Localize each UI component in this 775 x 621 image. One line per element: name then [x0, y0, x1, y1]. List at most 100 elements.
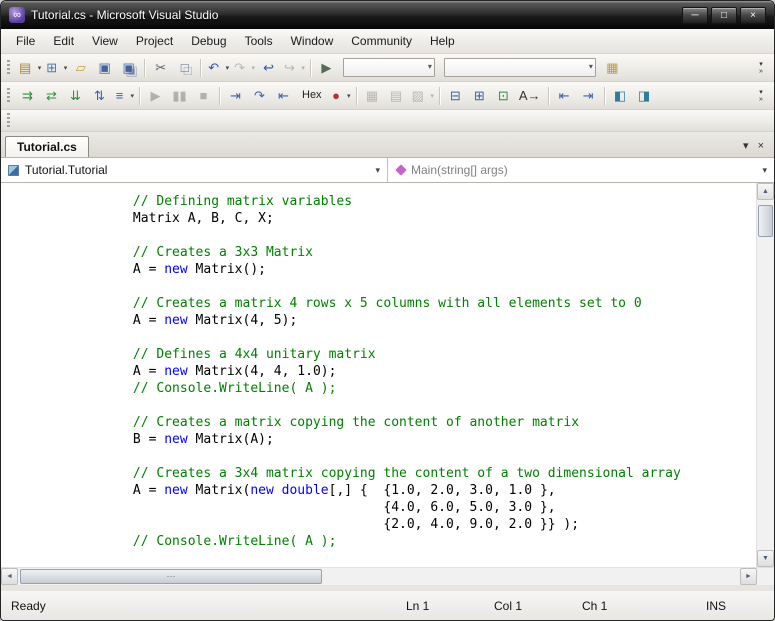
process-arrows-icon-1[interactable]: ⇉: [16, 85, 39, 107]
find-symbol-button[interactable]: A→: [516, 85, 544, 107]
step-over-icon: ↷: [254, 89, 265, 102]
step-into-button[interactable]: ⇥: [224, 85, 247, 107]
active-files-dropdown-button[interactable]: ▾: [743, 141, 749, 152]
toolbar-grip[interactable]: [7, 88, 10, 104]
code-line: // Creates a matrix 4 rows x 5 columns w…: [39, 295, 756, 312]
step-out-button[interactable]: ⇤: [272, 85, 295, 107]
hex-button[interactable]: Hex: [296, 85, 328, 107]
menu-item-debug[interactable]: Debug: [182, 31, 235, 51]
solution-explorer-button[interactable]: ⊟: [444, 85, 467, 107]
close-document-button[interactable]: ×: [758, 141, 764, 152]
toggle-bookmark-icon: ◧: [614, 89, 626, 102]
overflow-chevron-icon: »: [759, 68, 763, 75]
toolbar-separator: [219, 87, 220, 105]
horizontal-scrollbar[interactable]: ◄ ⋯ ►: [1, 567, 774, 585]
process-arrows-icon-2[interactable]: ⇄: [40, 85, 63, 107]
code-line: A = new Matrix(new double[,] { {1.0, 2.0…: [39, 482, 756, 499]
open-file-button[interactable]: ▱: [69, 57, 92, 79]
sort-lines-button[interactable]: ⇅: [88, 85, 111, 107]
redo-button[interactable]: ↷▾: [231, 57, 256, 79]
process-arrows-icon-3-icon: ⇊: [70, 89, 81, 102]
minimize-button[interactable]: ─: [682, 7, 708, 24]
tab-buttons: ▾ ×: [739, 141, 768, 157]
scroll-down-button[interactable]: ▼: [757, 550, 774, 567]
tab-tutorial-cs[interactable]: Tutorial.cs: [5, 136, 89, 157]
code-area[interactable]: // Defining matrix variables Matrix A, B…: [1, 183, 756, 567]
increase-indent-button[interactable]: ⇥: [577, 85, 600, 107]
toolbar-separator: [604, 87, 605, 105]
menu-item-view[interactable]: View: [83, 31, 127, 51]
step-into-icon: ⇥: [230, 89, 241, 102]
navigate-backward-icon: ↩: [263, 61, 274, 74]
copy-button[interactable]: □: [173, 57, 196, 79]
find-in-files-button[interactable]: ▦: [601, 57, 624, 79]
toolbar-debug: ⇉⇄⇊⇅≡▾▶▮▮■⇥↷⇤Hex●▾▦▤▨▾⊟⊞⊡A→⇤⇥◧◨▾»: [1, 82, 774, 110]
add-new-item-button[interactable]: ⊞▾: [43, 57, 68, 79]
new-project-button[interactable]: ▤▾: [16, 57, 42, 79]
close-button[interactable]: ×: [740, 7, 766, 24]
toggle-bookmark-button[interactable]: ◧: [609, 85, 632, 107]
new-project-icon: ▤: [19, 61, 31, 74]
stop-button[interactable]: ■: [192, 85, 215, 107]
visual-studio-logo-icon: ∞: [9, 7, 25, 23]
menu-item-window[interactable]: Window: [282, 31, 343, 51]
navigate-forward-button[interactable]: ↪▾: [281, 57, 306, 79]
menu-item-project[interactable]: Project: [127, 31, 182, 51]
toolbar-overflow-button[interactable]: ▾»: [754, 61, 770, 75]
vertical-scrollbar-track[interactable]: [757, 200, 774, 550]
undo-icon: ↶: [208, 61, 219, 74]
save-all-button[interactable]: ▣: [117, 57, 140, 79]
scroll-up-button[interactable]: ▲: [757, 183, 774, 200]
menu-item-file[interactable]: File: [7, 31, 44, 51]
toolbar-grip[interactable]: [7, 113, 10, 129]
bookmarks-window-icon: ◨: [638, 89, 650, 102]
window-controls: ─ □ ×: [682, 7, 766, 24]
pause-button[interactable]: ▮▮: [168, 85, 191, 107]
toolbar-separator: [144, 59, 145, 77]
output-window-button[interactable]: ▤: [385, 85, 408, 107]
toolbar-overflow-button[interactable]: ▾»: [754, 89, 770, 103]
code-line: B = new Matrix(A);: [39, 431, 756, 448]
cut-icon: ✂: [155, 61, 166, 74]
menu-item-help[interactable]: Help: [421, 31, 464, 51]
line-display-button[interactable]: ≡▾: [112, 85, 135, 107]
object-browser-icon: ⊡: [498, 89, 509, 102]
menu-item-community[interactable]: Community: [342, 31, 421, 51]
types-dropdown[interactable]: Tutorial.Tutorial ▾: [1, 158, 388, 182]
vertical-scrollbar-thumb[interactable]: [758, 205, 773, 237]
code-line: [39, 397, 756, 414]
start-icon: ▶: [321, 61, 331, 74]
code-line: [39, 227, 756, 244]
bookmarks-window-button[interactable]: ◨: [633, 85, 656, 107]
horizontal-scrollbar-thumb[interactable]: ⋯: [20, 569, 322, 584]
maximize-button[interactable]: □: [711, 7, 737, 24]
start-button[interactable]: ▶: [315, 57, 338, 79]
toolbar-grip[interactable]: [7, 60, 10, 76]
decrease-indent-button[interactable]: ⇤: [553, 85, 576, 107]
scroll-left-button[interactable]: ◄: [1, 568, 18, 585]
breakpoints-window-button[interactable]: ▦: [361, 85, 384, 107]
memory-window-button[interactable]: ▨▾: [409, 85, 435, 107]
chevron-down-icon: ▾: [375, 165, 380, 176]
save-button[interactable]: ▣: [93, 57, 116, 79]
members-dropdown[interactable]: Main(string[] args) ▾: [388, 158, 774, 182]
scroll-right-button[interactable]: ►: [740, 568, 757, 585]
chevron-down-icon: ▾: [428, 62, 432, 71]
object-browser-button[interactable]: ⊡: [492, 85, 515, 107]
properties-window-button[interactable]: ⊞: [468, 85, 491, 107]
menu-item-edit[interactable]: Edit: [44, 31, 83, 51]
code-line: {4.0, 6.0, 5.0, 3.0 },: [39, 499, 756, 516]
vertical-scrollbar[interactable]: ▲ ▼: [756, 183, 774, 567]
menu-item-tools[interactable]: Tools: [236, 31, 282, 51]
solution-configurations-combo[interactable]: ▾: [343, 58, 435, 77]
cut-button[interactable]: ✂: [149, 57, 172, 79]
step-over-button[interactable]: ↷: [248, 85, 271, 107]
horizontal-scrollbar-track[interactable]: ⋯: [18, 568, 740, 585]
process-arrows-icon-3[interactable]: ⇊: [64, 85, 87, 107]
breakpoint-button[interactable]: ●▾: [329, 85, 352, 107]
continue-icon: ▶: [151, 89, 161, 102]
find-combo[interactable]: ▾: [444, 58, 596, 77]
continue-button[interactable]: ▶: [144, 85, 167, 107]
navigate-backward-button[interactable]: ↩: [257, 57, 280, 79]
undo-button[interactable]: ↶▾: [205, 57, 230, 79]
